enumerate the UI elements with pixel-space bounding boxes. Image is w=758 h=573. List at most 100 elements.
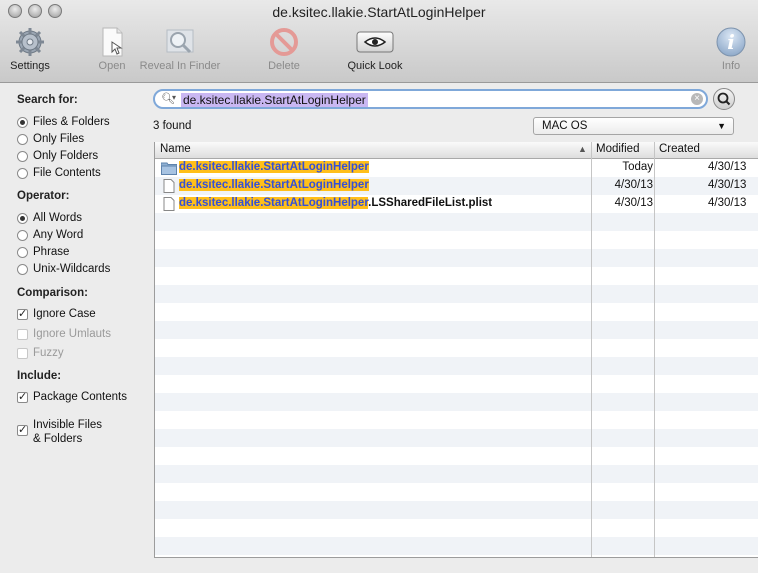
search-button[interactable] — [713, 88, 735, 110]
name-match: de.ksitec.llakie.StartAtLoginHelper — [179, 197, 369, 209]
row-stripe — [155, 555, 758, 557]
option-label: Only Files — [33, 133, 85, 145]
row-stripe — [155, 213, 758, 231]
file-name: de.ksitec.llakie.StartAtLoginHelper — [179, 179, 369, 191]
name-match: de.ksitec.llakie.StartAtLoginHelper — [179, 161, 369, 173]
info-icon: i — [714, 26, 748, 58]
name-match: de.ksitec.llakie.StartAtLoginHelper — [179, 179, 369, 191]
invisible-label-line2: & Folders — [33, 433, 83, 445]
created-date: 4/30/13 — [708, 179, 747, 191]
radio-icon[interactable] — [17, 133, 28, 145]
row-stripe — [155, 303, 758, 321]
table-row[interactable]: de.ksitec.llakie.StartAtLoginHelper 4/30… — [155, 177, 758, 195]
checkbox-icon[interactable] — [17, 347, 28, 359]
checkbox-label: Invisible Files & Folders — [33, 418, 102, 446]
row-stripe — [155, 321, 758, 339]
eye-icon — [356, 26, 394, 58]
row-stripe — [155, 465, 758, 483]
table-row[interactable]: de.ksitec.llakie.StartAtLoginHelper.LSSh… — [155, 195, 758, 213]
option-file-contents[interactable]: File Contents — [17, 167, 101, 179]
info-button[interactable]: i Info — [686, 26, 758, 72]
created-date: 4/30/13 — [708, 197, 747, 209]
option-label: Unix-Wildcards — [33, 263, 111, 275]
modified-date: Today — [622, 161, 653, 173]
delete-button[interactable]: Delete — [239, 26, 329, 72]
option-only-files[interactable]: Only Files — [17, 133, 84, 145]
results-table[interactable]: Name ▲ Modified Created de.ksitec.llakie… — [154, 142, 758, 558]
search-options-sidebar: Search for: Files & Folders Only Files O… — [0, 83, 150, 573]
radio-selected-icon[interactable] — [17, 116, 28, 128]
modified-date: 4/30/13 — [614, 197, 653, 209]
operator-heading: Operator: — [17, 190, 70, 202]
search-field[interactable]: 🔍︎ ▾ de.ksitec.llakie.StartAtLoginHelper… — [153, 89, 708, 109]
include-heading: Include: — [17, 370, 62, 382]
invisible-label-line1: Invisible Files — [33, 419, 103, 431]
name-suffix: .LSSharedFileList.plist — [368, 197, 493, 209]
document-icon — [161, 197, 177, 214]
option-phrase[interactable]: Phrase — [17, 246, 69, 258]
row-stripe — [155, 285, 758, 303]
radio-icon[interactable] — [17, 150, 28, 162]
option-only-folders[interactable]: Only Folders — [17, 150, 98, 162]
ignore-case-checkbox[interactable]: ✓ Ignore Case — [17, 308, 96, 320]
radio-selected-icon[interactable] — [17, 212, 28, 224]
radio-icon[interactable] — [17, 263, 28, 275]
volume-select-value: MAC OS — [542, 120, 588, 132]
file-name: de.ksitec.llakie.StartAtLoginHelper — [179, 161, 369, 173]
row-stripe — [155, 231, 758, 249]
package-contents-checkbox[interactable]: ✓ Package Contents — [17, 391, 127, 403]
option-unix-wildcards[interactable]: Unix-Wildcards — [17, 263, 110, 275]
radio-icon[interactable] — [17, 246, 28, 258]
clear-icon[interactable]: × — [691, 93, 703, 105]
search-icon — [717, 92, 731, 106]
checkbox-icon[interactable] — [17, 328, 28, 340]
row-stripe — [155, 249, 758, 267]
option-all-words[interactable]: All Words — [17, 212, 82, 224]
invisible-files-checkbox[interactable]: ✓ Invisible Files & Folders — [17, 418, 102, 446]
document-icon — [161, 179, 177, 196]
reveal-in-finder-button[interactable]: Reveal In Finder — [135, 26, 225, 72]
option-label: Files & Folders — [33, 116, 110, 128]
column-header-modified[interactable]: Modified — [596, 143, 639, 155]
created-date: 4/30/13 — [708, 161, 747, 173]
gear-icon — [13, 26, 47, 58]
fuzzy-checkbox[interactable]: Fuzzy — [17, 347, 64, 359]
settings-label: Settings — [10, 60, 50, 72]
row-stripe — [155, 483, 758, 501]
option-label: Only Folders — [33, 150, 99, 162]
sort-ascending-icon[interactable]: ▲ — [578, 144, 587, 154]
option-any-word[interactable]: Any Word — [17, 229, 83, 241]
radio-icon[interactable] — [17, 229, 28, 241]
option-files-and-folders[interactable]: Files & Folders — [17, 116, 110, 128]
radio-icon[interactable] — [17, 167, 28, 179]
quick-look-button[interactable]: Quick Look — [330, 26, 420, 72]
option-label: All Words — [33, 212, 82, 224]
row-stripe — [155, 447, 758, 465]
table-row[interactable]: de.ksitec.llakie.StartAtLoginHelper Toda… — [155, 159, 758, 177]
delete-icon — [267, 26, 301, 58]
delete-label: Delete — [268, 60, 300, 72]
column-header-created[interactable]: Created — [659, 143, 700, 155]
column-header-name[interactable]: Name — [160, 143, 191, 155]
row-stripe — [155, 537, 758, 555]
document-icon — [95, 26, 129, 58]
chevron-down-icon[interactable]: ▾ — [172, 93, 176, 102]
magnifier-icon — [163, 26, 197, 58]
row-stripe — [155, 339, 758, 357]
settings-button[interactable]: Settings — [0, 26, 75, 72]
ignore-umlauts-checkbox[interactable]: Ignore Umlauts — [17, 328, 111, 340]
toolbar: de.ksitec.llakie.StartAtLoginHelper Sett… — [0, 0, 758, 83]
checkmark-icon[interactable]: ✓ — [17, 425, 28, 436]
checkmark-icon[interactable]: ✓ — [17, 391, 28, 403]
row-stripe — [155, 267, 758, 285]
modified-date: 4/30/13 — [614, 179, 653, 191]
row-stripe — [155, 519, 758, 537]
row-stripe — [155, 357, 758, 375]
search-input[interactable]: de.ksitec.llakie.StartAtLoginHelper — [181, 93, 368, 107]
checkmark-icon[interactable]: ✓ — [17, 308, 28, 320]
chevron-down-icon: ▼ — [717, 121, 726, 131]
search-for-heading: Search for: — [17, 94, 78, 106]
volume-select[interactable]: MAC OS ▼ — [533, 117, 734, 135]
row-stripe — [155, 375, 758, 393]
option-label: Any Word — [33, 229, 84, 241]
